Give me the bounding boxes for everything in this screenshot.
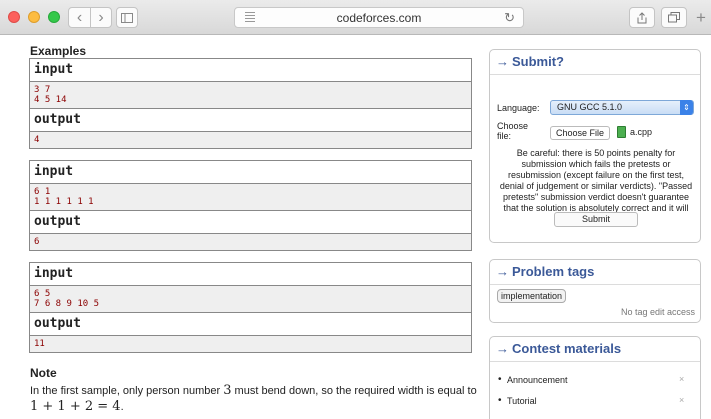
output-line: 6 [34,237,40,247]
remove-icon[interactable]: × [679,395,684,405]
file-icon [617,126,626,138]
output-line: 11 [34,339,45,349]
input-line: 4 5 14 [34,95,67,105]
input-line: 6 1 [34,187,51,197]
output-label: output [30,211,471,234]
input-data[interactable]: 3 7 4 5 14 [30,82,471,109]
output-data[interactable]: 11 [30,336,471,352]
input-line: 1 1 1 1 1 1 [34,197,94,207]
note-formula-end: . [120,401,124,413]
browser-toolbar: ‹ › codeforces.com ↻ + [0,0,711,35]
language-label: Language: [497,103,540,113]
note-heading: Note [30,366,57,380]
problem-tags-title: → Problem tags [490,260,700,285]
output-label: output [30,313,471,336]
output-label: output [30,109,471,132]
reload-icon[interactable]: ↻ [504,10,515,26]
choose-file-button[interactable]: Choose File [550,126,611,140]
examples-heading: Examples [30,44,87,58]
page-content: Examples input 3 7 4 5 14 output 4 input… [0,36,711,419]
sample-test-2: input 6 1 1 1 1 1 1 1 output 6 [29,160,472,251]
tabs-icon[interactable] [661,7,687,28]
select-arrows-icon: ⇕ [680,100,693,115]
material-tutorial-link[interactable]: Tutorial [498,395,537,406]
note-text-part: must bend down, so the required width is… [231,385,477,397]
input-label: input [30,59,471,82]
forward-icon[interactable]: › [90,8,111,27]
language-select[interactable]: GNU GCC 5.1.0 ⇕ [550,100,694,115]
input-line: 6 5 [34,289,51,299]
submit-box-title-text: Submit? [512,54,564,69]
arrow-icon: → [496,341,509,356]
input-label: input [30,161,471,184]
close-window-button[interactable] [8,11,20,23]
contest-materials-title: → Contest materials [490,337,700,362]
input-line: 3 7 [34,85,51,95]
submit-box: → Submit? Language: GNU GCC 5.1.0 ⇕ Choos… [489,49,701,243]
problem-tags-title-text: Problem tags [512,264,595,279]
output-data[interactable]: 6 [30,234,471,250]
note-text: In the first sample, only person number … [30,383,480,415]
output-line: 4 [34,135,40,145]
address-url: codeforces.com [336,11,422,25]
back-icon[interactable]: ‹ [69,8,90,27]
material-announcement-link[interactable]: Announcement [498,374,567,385]
input-data[interactable]: 6 5 7 6 8 9 10 5 [30,286,471,313]
remove-icon[interactable]: × [679,374,684,384]
problem-tags-box: → Problem tags implementation No tag edit… [489,259,701,323]
arrow-icon: → [496,54,509,69]
input-line: 7 6 8 9 10 5 [34,299,100,309]
file-name: a.cpp [630,127,653,137]
submit-box-title: → Submit? [490,50,700,75]
language-value: GNU GCC 5.1.0 [557,102,623,112]
choose-file-label: Choose file: [497,121,529,141]
sample-test-1: input 3 7 4 5 14 output 4 [29,58,472,149]
input-data[interactable]: 6 1 1 1 1 1 1 1 [30,184,471,211]
note-text-part: In the first sample, only person number [30,385,224,397]
output-data[interactable]: 4 [30,132,471,148]
no-tag-access-note: No tag edit access [620,307,695,317]
contest-materials-box: →Contest materials Announcement × Tutori… [489,336,701,419]
zoom-window-button[interactable] [48,11,60,23]
note-formula: 1 + 1 + 2 = 4 [30,399,121,414]
minimize-window-button[interactable] [28,11,40,23]
input-label: input [30,263,471,286]
new-tab-icon[interactable]: + [696,9,706,26]
submit-button[interactable]: Submit [554,212,638,227]
navigation-buttons: ‹ › [68,7,112,28]
sidebar-toggle-icon[interactable] [116,7,138,28]
share-icon[interactable] [629,7,655,28]
sample-test-3: input 6 5 7 6 8 9 10 5 output 11 [29,262,472,353]
note-number: 3 [223,383,232,398]
tag-implementation[interactable]: implementation [497,289,567,303]
contest-materials-title-text: Contest materials [512,341,622,356]
address-bar[interactable]: codeforces.com ↻ [234,7,524,28]
arrow-icon: → [496,264,509,279]
